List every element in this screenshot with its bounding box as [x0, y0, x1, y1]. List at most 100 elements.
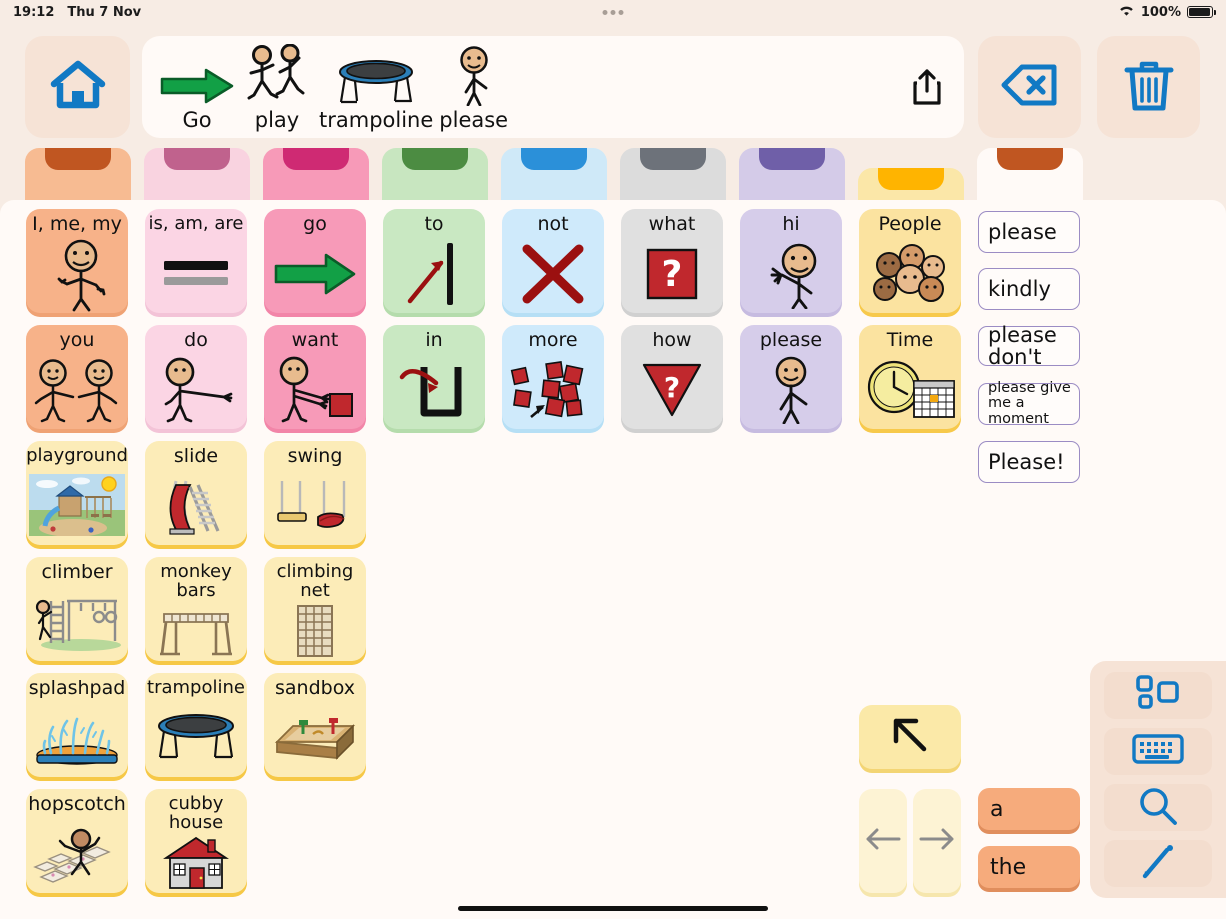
- edit-pencil-button[interactable]: [1104, 840, 1212, 888]
- tab-topic-active[interactable]: [977, 148, 1083, 204]
- home-button[interactable]: [25, 36, 130, 138]
- cell-label: People: [878, 213, 942, 235]
- sentence-item[interactable]: trampoline: [316, 44, 436, 138]
- tab-pronouns[interactable]: [25, 148, 131, 204]
- category-tab-strip: [0, 148, 1226, 204]
- grid-cell[interactable]: trampoline: [145, 673, 247, 777]
- grid-cell[interactable]: want: [264, 325, 366, 429]
- back-navigation-button[interactable]: [859, 705, 961, 769]
- prediction-button[interactable]: please: [978, 211, 1080, 253]
- grid-cell[interactable]: swing: [264, 441, 366, 545]
- prediction-button[interactable]: please don't: [978, 322, 1080, 369]
- multitask-dots[interactable]: [602, 9, 624, 15]
- prediction-label: Please!: [988, 449, 1065, 474]
- tab-people-time[interactable]: [858, 168, 964, 204]
- green-arrow-right-icon: [159, 44, 235, 106]
- search-icon: [1138, 786, 1178, 830]
- grid-cell[interactable]: monkey bars: [145, 557, 247, 661]
- grid-cell[interactable]: more: [502, 325, 604, 429]
- grid-cell[interactable]: playground: [26, 441, 128, 545]
- prediction-label: please don't: [988, 322, 1057, 369]
- grid-cell[interactable]: hi: [740, 209, 842, 313]
- grid-cell[interactable]: what?: [621, 209, 723, 313]
- tab-action[interactable]: [263, 148, 369, 204]
- status-bar: 19:12 Thu 7 Nov 100%: [0, 0, 1226, 24]
- cell-label: to: [424, 213, 444, 235]
- grid-cell[interactable]: in: [383, 325, 485, 429]
- tab-questions[interactable]: [620, 148, 726, 204]
- prediction-button[interactable]: Please!: [978, 441, 1080, 483]
- grid-cell[interactable]: is, am, are: [145, 209, 247, 313]
- prediction-label: please give me a moment: [988, 380, 1071, 427]
- trash-icon: [1124, 58, 1174, 116]
- tab-notch: [640, 148, 706, 170]
- two-figures-pointing-icon: [26, 351, 128, 429]
- prediction-button[interactable]: kindly: [978, 268, 1080, 310]
- previous-page-button[interactable]: [859, 789, 907, 893]
- group-of-faces-icon: [859, 235, 961, 313]
- grid-cell[interactable]: People: [859, 209, 961, 313]
- aac-app-screen: 19:12 Thu 7 Nov 100% Go play trampoline …: [0, 0, 1226, 919]
- cell-label: is, am, are: [148, 213, 244, 234]
- grid-cell[interactable]: Time: [859, 325, 961, 429]
- sentence-items: Go play trampoline please: [142, 44, 511, 138]
- backspace-button[interactable]: [978, 36, 1081, 138]
- grid-cell[interactable]: climber: [26, 557, 128, 661]
- hopscotch-icon: [26, 815, 128, 893]
- grid-cell[interactable]: splashpad: [26, 673, 128, 777]
- grid-cell[interactable]: I, me, my: [26, 209, 128, 313]
- grid-cell[interactable]: please: [740, 325, 842, 429]
- tab-notch: [164, 148, 230, 170]
- word-button-a[interactable]: a: [978, 788, 1080, 830]
- tab-descriptors[interactable]: [501, 148, 607, 204]
- keyboard-button[interactable]: [1104, 727, 1212, 775]
- sentence-bar[interactable]: Go play trampoline please: [142, 36, 964, 138]
- sentence-item[interactable]: please: [436, 44, 511, 138]
- figure-please-icon: [448, 44, 500, 106]
- clock-calendar-icon: [859, 351, 961, 429]
- grid-cell[interactable]: you: [26, 325, 128, 429]
- grid-cell[interactable]: hopscotch: [26, 789, 128, 893]
- red-blocks-pile-icon: [502, 351, 604, 429]
- boards-icon: [1135, 674, 1181, 716]
- svg-text:?: ?: [664, 371, 680, 404]
- word-button-the[interactable]: the: [978, 846, 1080, 888]
- sandbox-icon: [264, 699, 366, 777]
- next-page-button[interactable]: [913, 789, 961, 893]
- cell-label: more: [528, 329, 578, 351]
- cell-label: go: [303, 213, 327, 235]
- search-button[interactable]: [1104, 784, 1212, 832]
- sentence-item[interactable]: Go: [156, 44, 238, 138]
- battery-icon: [1187, 6, 1216, 18]
- cell-label: you: [59, 329, 95, 351]
- playground-scene-icon: [26, 466, 128, 545]
- share-button[interactable]: [912, 68, 948, 112]
- prediction-button[interactable]: please give me a moment: [978, 380, 1080, 427]
- prediction-label: kindly: [988, 276, 1051, 301]
- home-indicator: [458, 906, 768, 911]
- grid-cell[interactable]: climbing net: [264, 557, 366, 661]
- boards-button[interactable]: [1104, 671, 1212, 719]
- tab-verbs-pink[interactable]: [144, 148, 250, 204]
- grid-cell[interactable]: sandbox: [264, 673, 366, 777]
- tab-prepositions[interactable]: [382, 148, 488, 204]
- cell-label: playground: [26, 445, 128, 466]
- wifi-icon: [1118, 4, 1135, 21]
- tab-notch: [283, 148, 349, 170]
- green-arrow-right-icon: [264, 235, 366, 313]
- cell-label: swing: [287, 445, 343, 467]
- grid-cell[interactable]: to: [383, 209, 485, 313]
- figure-wanting-block-icon: [264, 351, 366, 429]
- sentence-item[interactable]: play: [238, 44, 316, 138]
- tab-social[interactable]: [739, 148, 845, 204]
- grid-cell[interactable]: not: [502, 209, 604, 313]
- grid-cell[interactable]: how?: [621, 325, 723, 429]
- word-button-a-label: a: [990, 796, 1004, 822]
- grid-cell[interactable]: do: [145, 325, 247, 429]
- grid-cell[interactable]: go: [264, 209, 366, 313]
- trash-button[interactable]: [1097, 36, 1200, 138]
- grid-cell[interactable]: slide: [145, 441, 247, 545]
- grid-cell[interactable]: cubby house: [145, 789, 247, 893]
- sentence-label: Go: [182, 108, 212, 132]
- cell-label: please: [759, 329, 823, 351]
